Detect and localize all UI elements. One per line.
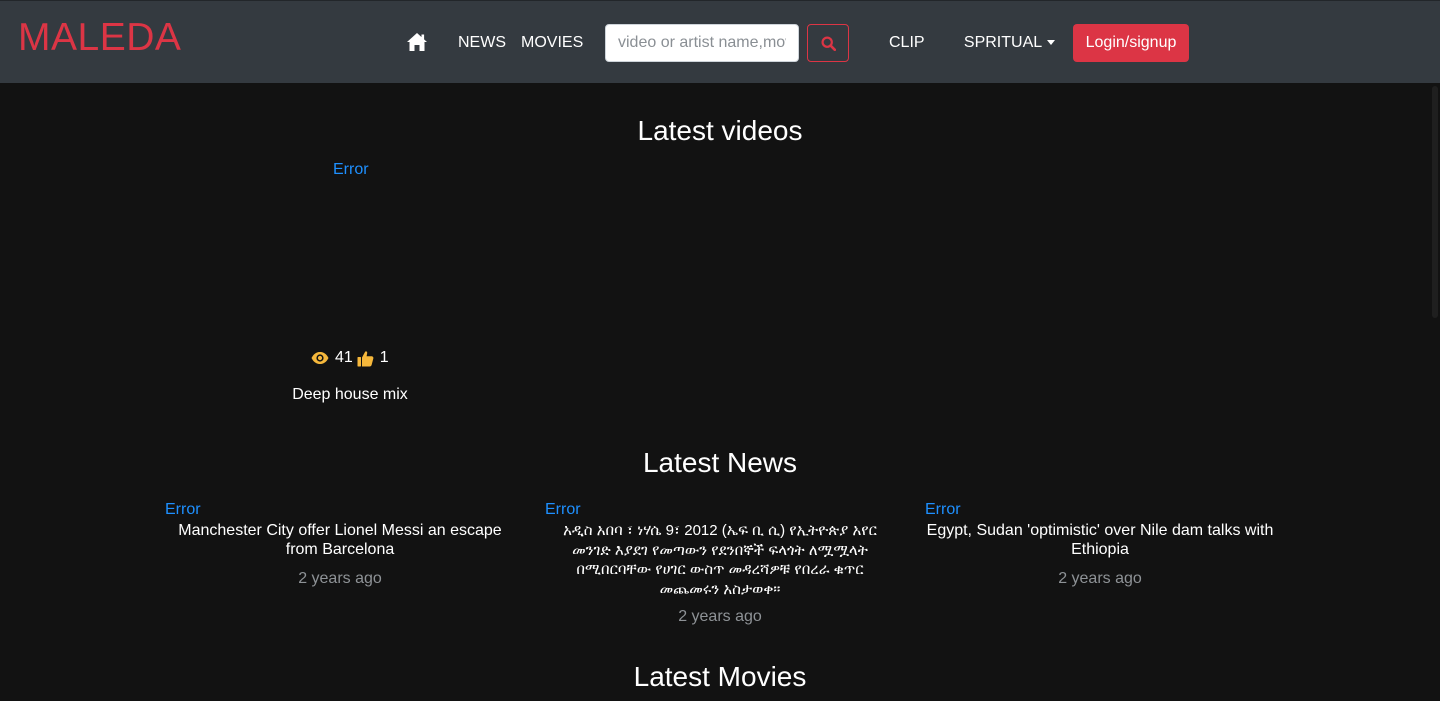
navbar: MALEDA NEWS MOVIES CLIP SPRITUAL Login/s… — [0, 0, 1440, 83]
view-count: 41 — [335, 349, 353, 366]
spiritual-dropdown[interactable]: SPRITUAL — [955, 33, 1056, 53]
nav-news[interactable]: NEWS — [458, 33, 506, 53]
video-title[interactable]: Deep house mix — [250, 386, 450, 404]
video-error-link[interactable]: Error — [333, 160, 369, 180]
news-title[interactable]: አዲስ አበባ ፣ ነሃሴ 9፣ 2012 (ኤፍ ቢ ሲ) የኢትዮጵያ አየ… — [545, 521, 895, 599]
search-icon — [820, 35, 836, 51]
nav-movies[interactable]: MOVIES — [521, 33, 583, 53]
spiritual-label: SPRITUAL — [955, 34, 1043, 51]
latest-videos-heading: Latest videos — [637, 115, 803, 146]
news-timestamp: 2 years ago — [298, 570, 382, 587]
news-timestamp: 2 years ago — [678, 608, 762, 625]
latest-news-heading: Latest News — [642, 447, 798, 478]
nav-clip[interactable]: CLIP — [889, 33, 925, 53]
news-title[interactable]: Manchester City offer Lionel Messi an es… — [165, 521, 515, 559]
search-button[interactable] — [807, 24, 849, 62]
news-error-link[interactable]: Error — [165, 500, 201, 520]
like-count: 1 — [379, 349, 389, 366]
brand-logo[interactable]: MALEDA — [18, 16, 181, 60]
eye-icon — [311, 352, 329, 364]
latest-movies-heading: Latest Movies — [633, 661, 807, 692]
caret-down-icon — [1047, 39, 1056, 45]
news-timestamp: 2 years ago — [1058, 570, 1142, 587]
search-input[interactable] — [605, 24, 799, 62]
home-icon[interactable] — [406, 32, 428, 52]
news-title[interactable]: Egypt, Sudan 'optimistic' over Nile dam … — [925, 521, 1275, 559]
video-stats: 41 1 — [311, 348, 393, 368]
thumbs-up-icon — [357, 350, 374, 366]
news-error-link[interactable]: Error — [545, 500, 581, 520]
login-button[interactable]: Login/signup — [1073, 24, 1189, 62]
news-error-link[interactable]: Error — [925, 500, 961, 520]
